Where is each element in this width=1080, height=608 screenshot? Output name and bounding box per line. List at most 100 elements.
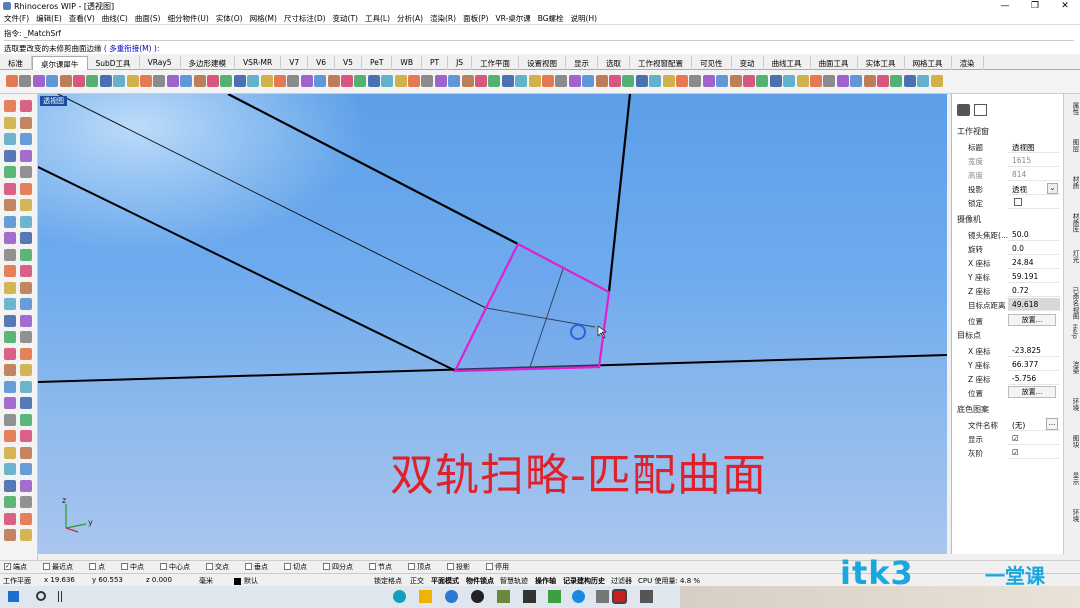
toolbar-icon[interactable] (448, 75, 461, 87)
toolbar-icon[interactable] (850, 75, 863, 87)
toolbar-icon[interactable] (300, 75, 313, 87)
tool-icon[interactable] (20, 512, 32, 525)
toolbar-icon[interactable] (501, 75, 514, 87)
toolbar-icon[interactable] (595, 75, 608, 87)
tool-icon[interactable] (20, 215, 32, 228)
command-prompt-line[interactable]: 选取要改变的未修剪曲面边缘 ( 多重衔接(M) ): (4, 40, 1074, 54)
viewport-props-icon[interactable] (974, 104, 987, 116)
status-ortho[interactable]: 正交 (410, 576, 424, 586)
toolbar-icon[interactable] (59, 75, 72, 87)
tool-icon[interactable] (4, 463, 16, 475)
toolbar-tab[interactable]: 曲面工具 (811, 56, 858, 70)
toolbar-icon[interactable] (394, 75, 407, 87)
toolbar-icon[interactable] (568, 75, 581, 87)
toolbar-icon[interactable] (381, 75, 394, 87)
tool-icon[interactable] (20, 364, 32, 376)
toolbar-icon[interactable] (73, 75, 85, 87)
toolbar-tab[interactable]: JS (448, 56, 473, 70)
menu-item[interactable]: 实体(O) (216, 13, 243, 24)
menu-item[interactable]: 文件(F) (4, 13, 29, 24)
property-value[interactable]: ☑ (1008, 432, 1060, 445)
tool-icon[interactable] (4, 430, 16, 442)
toolbar-tab[interactable]: 选取 (598, 56, 631, 70)
toolbar-icon[interactable] (327, 75, 340, 87)
toolbar-tab[interactable]: 可见性 (692, 56, 732, 70)
status-planar[interactable]: 平面模式 (431, 576, 459, 586)
record-icon[interactable] (612, 589, 627, 604)
tool-icon[interactable] (4, 364, 16, 376)
osnap-option[interactable]: 节点 (369, 562, 400, 572)
side-tab[interactable]: 灯光 (1066, 250, 1079, 263)
menu-item[interactable]: 分析(A) (397, 13, 423, 24)
toolbar-icon[interactable] (86, 75, 99, 87)
osnap-checkbox[interactable] (160, 563, 167, 570)
toolbar-icon[interactable] (287, 75, 300, 87)
osnap-checkbox[interactable] (408, 563, 415, 570)
menu-item[interactable]: 说明(H) (571, 13, 598, 24)
task-view-icon[interactable] (58, 591, 62, 602)
osnap-option[interactable]: 垂点 (245, 562, 276, 572)
tool-icon[interactable] (4, 331, 16, 343)
tool-icon[interactable] (20, 446, 32, 459)
side-tab[interactable]: 环境 (1066, 509, 1079, 522)
toolbar-icon[interactable] (314, 75, 327, 87)
menu-item[interactable]: 曲线(C) (102, 13, 128, 24)
toolbar-icon[interactable] (207, 75, 219, 87)
status-gumball[interactable]: 操作轴 (535, 576, 556, 586)
toolbar-tab[interactable]: V7 (281, 56, 309, 70)
tool-icon[interactable] (20, 314, 32, 327)
toolbar-icon[interactable] (488, 75, 501, 87)
osnap-option[interactable]: 顶点 (408, 562, 439, 572)
toolbar-tab[interactable]: SubD工具 (88, 56, 140, 70)
tool-icon[interactable] (4, 347, 16, 360)
side-tab[interactable]: 图块 (1066, 435, 1079, 448)
toolbar-icon[interactable] (903, 75, 916, 87)
toolbar-icon[interactable] (166, 75, 179, 87)
windows-start-icon[interactable] (8, 591, 19, 602)
toolbar-icon[interactable] (622, 75, 635, 87)
toolbar-icon[interactable] (247, 75, 260, 87)
tool-icon[interactable] (20, 529, 32, 541)
osnap-checkbox[interactable] (323, 563, 330, 570)
toolbar-icon[interactable] (582, 75, 595, 87)
tool-icon[interactable] (20, 298, 32, 310)
menu-item[interactable]: 曲面(S) (135, 13, 161, 24)
menu-item[interactable]: 面板(P) (463, 13, 488, 24)
toolbar-icon[interactable] (99, 75, 112, 87)
menu-item[interactable]: BG螺栓 (538, 13, 564, 24)
osnap-option[interactable]: 切点 (284, 562, 315, 572)
tool-icon[interactable] (4, 281, 16, 294)
osnap-option[interactable]: 中心点 (160, 562, 198, 572)
tool-icon[interactable] (20, 116, 32, 129)
property-value[interactable]: 1615 (1008, 154, 1060, 167)
toolbar-tab[interactable]: 设置视图 (519, 56, 567, 70)
app-icon-6[interactable] (523, 590, 536, 603)
tool-icon[interactable] (20, 430, 32, 442)
tool-icon[interactable] (20, 166, 32, 178)
browser-icon[interactable] (445, 590, 458, 603)
toolbar-tab[interactable]: 曲线工具 (764, 56, 811, 70)
osnap-checkbox[interactable] (369, 563, 376, 570)
toolbar-icon[interactable] (475, 75, 487, 87)
status-layer[interactable]: 默认 (244, 576, 258, 586)
menu-item[interactable]: VR-桌尔课 (495, 13, 530, 24)
toolbar-icon[interactable] (32, 75, 45, 87)
menu-item[interactable]: 编辑(E) (36, 13, 62, 24)
toolbar-icon[interactable] (689, 75, 702, 87)
tool-icon[interactable] (20, 380, 32, 393)
toolbar-icon[interactable] (863, 75, 876, 87)
toolbar-icon[interactable] (836, 75, 849, 87)
toolbar-icon[interactable] (769, 75, 782, 87)
property-value[interactable]: 66.377 (1008, 358, 1060, 371)
osnap-checkbox[interactable] (245, 563, 252, 570)
toolbar-tab[interactable]: V5 (335, 56, 362, 70)
tool-icon[interactable] (4, 182, 16, 195)
tool-icon[interactable] (4, 116, 16, 129)
toolbar-tab[interactable]: 显示 (566, 56, 599, 70)
tool-icon[interactable] (4, 380, 16, 393)
status-units[interactable]: 毫米 (199, 576, 213, 586)
status-grid-snap[interactable]: 锁定格点 (374, 576, 402, 586)
tool-icon[interactable] (20, 397, 32, 409)
app-icon-9[interactable] (596, 590, 609, 603)
toolbar-icon[interactable] (796, 75, 809, 87)
